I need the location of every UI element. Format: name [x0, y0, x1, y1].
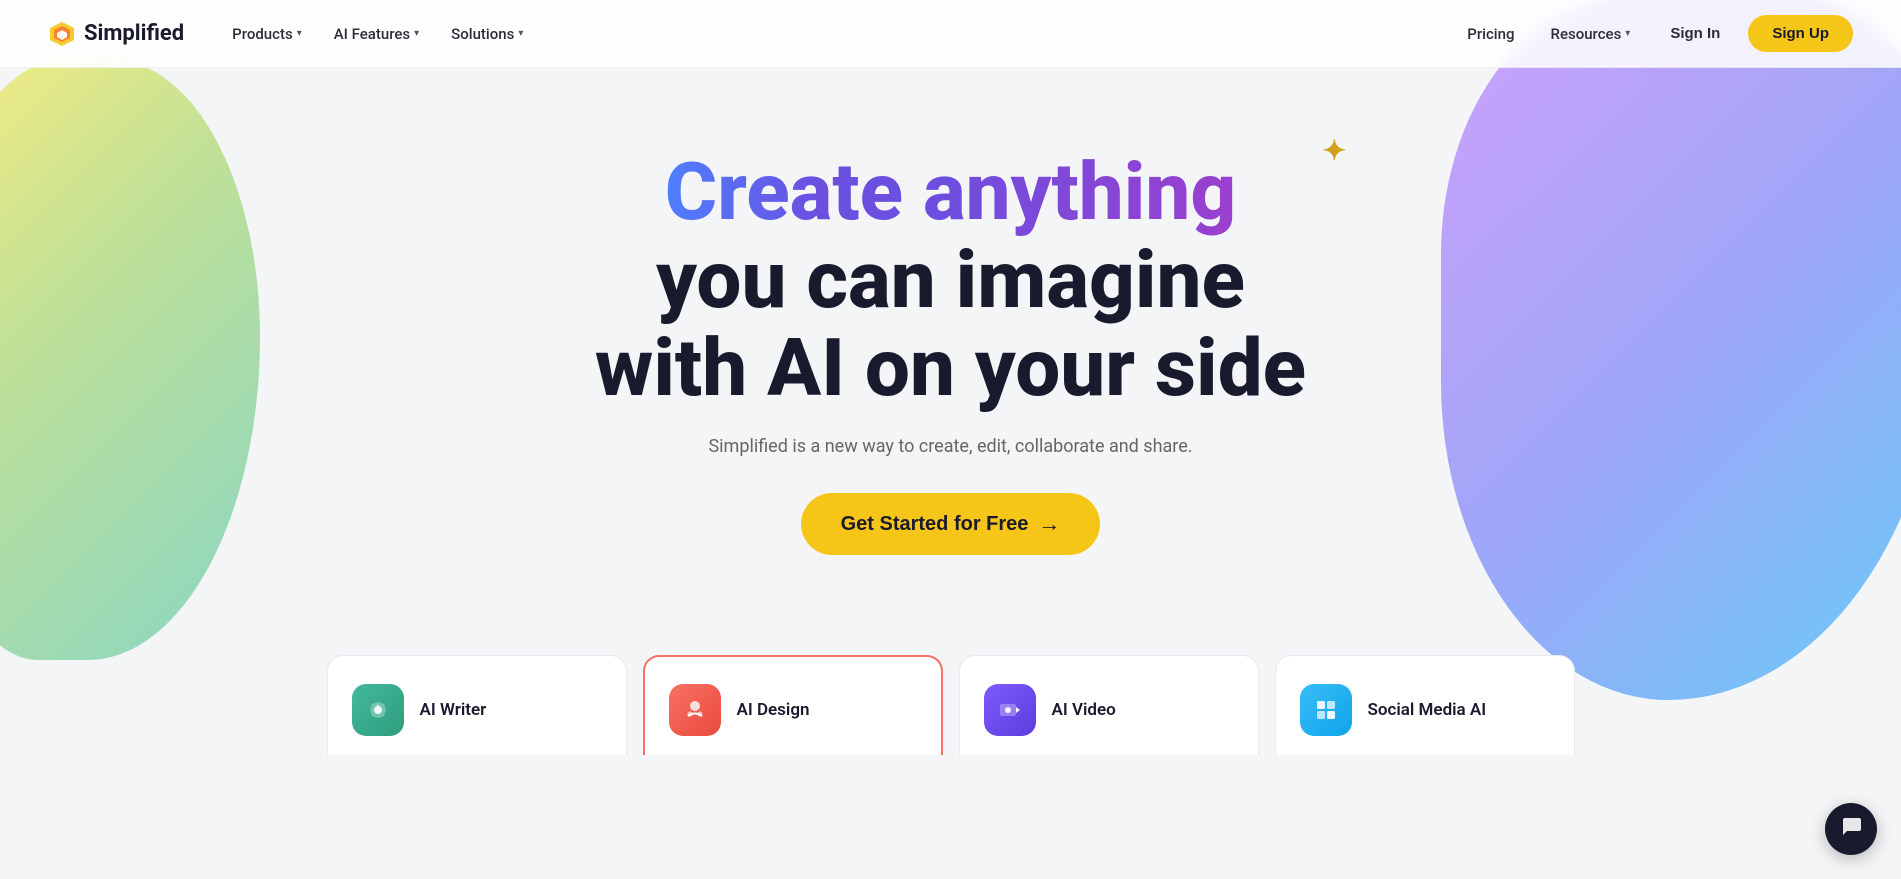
ai-design-icon [669, 684, 721, 736]
nav-right: Pricing Resources ▾ Sign In Sign Up [1455, 15, 1853, 52]
signin-button[interactable]: Sign In [1654, 17, 1736, 50]
logo-icon [48, 20, 76, 48]
nav-left: Simplified Products ▾ AI Features ▾ Solu… [48, 17, 535, 51]
signup-button[interactable]: Sign Up [1748, 15, 1853, 52]
nav-links: Products ▾ AI Features ▾ Solutions ▾ [220, 17, 535, 51]
nav-ai-features-label: AI Features [334, 25, 410, 43]
sparkle-icon: ✦ [1323, 136, 1346, 167]
feature-card-ai-writer[interactable]: AI Writer [327, 655, 627, 755]
hero-line1: Create anything✦ [595, 148, 1306, 236]
chevron-down-icon: ▾ [297, 28, 302, 39]
hero-line2: you can imagine [656, 233, 1245, 327]
nav-item-solutions[interactable]: Solutions ▾ [439, 17, 535, 51]
cta-arrow-icon: → [1038, 511, 1060, 537]
feature-cards: AI Writer AI Design AI Video [0, 655, 1901, 755]
logo[interactable]: Simplified [48, 20, 184, 48]
cta-button[interactable]: Get Started for Free → [801, 493, 1101, 555]
chevron-down-icon: ▾ [518, 28, 523, 39]
social-media-label: Social Media AI [1368, 700, 1487, 720]
feature-card-ai-video[interactable]: AI Video [959, 655, 1259, 755]
nav-pricing[interactable]: Pricing [1455, 17, 1526, 51]
nav-item-products[interactable]: Products ▾ [220, 17, 314, 51]
ai-video-label: AI Video [1052, 700, 1116, 720]
ai-writer-label: AI Writer [420, 700, 487, 720]
feature-card-social-media[interactable]: Social Media AI [1275, 655, 1575, 755]
nav-resources[interactable]: Resources ▾ [1539, 17, 1643, 51]
chevron-down-icon: ▾ [1625, 28, 1630, 39]
chevron-down-icon: ▾ [414, 28, 419, 39]
hero-create-text: Create [665, 145, 923, 239]
social-media-icon [1300, 684, 1352, 736]
logo-text: Simplified [84, 21, 184, 46]
ai-writer-icon [352, 684, 404, 736]
chat-bubble[interactable] [1825, 803, 1877, 855]
chat-icon [1839, 814, 1863, 844]
navbar: Simplified Products ▾ AI Features ▾ Solu… [0, 0, 1901, 68]
hero-title: Create anything✦ you can imagine with AI… [595, 148, 1306, 412]
hero-anything-text: anything [923, 145, 1236, 239]
hero-section: Create anything✦ you can imagine with AI… [0, 68, 1901, 615]
cta-label: Get Started for Free [841, 513, 1029, 536]
nav-products-label: Products [232, 25, 293, 43]
nav-solutions-label: Solutions [451, 25, 514, 43]
ai-design-label: AI Design [737, 700, 810, 720]
feature-card-ai-design[interactable]: AI Design [643, 655, 943, 755]
ai-video-icon [984, 684, 1036, 736]
hero-line3: with AI on your side [595, 321, 1306, 415]
hero-subtitle: Simplified is a new way to create, edit,… [708, 436, 1192, 457]
nav-item-ai-features[interactable]: AI Features ▾ [322, 17, 431, 51]
